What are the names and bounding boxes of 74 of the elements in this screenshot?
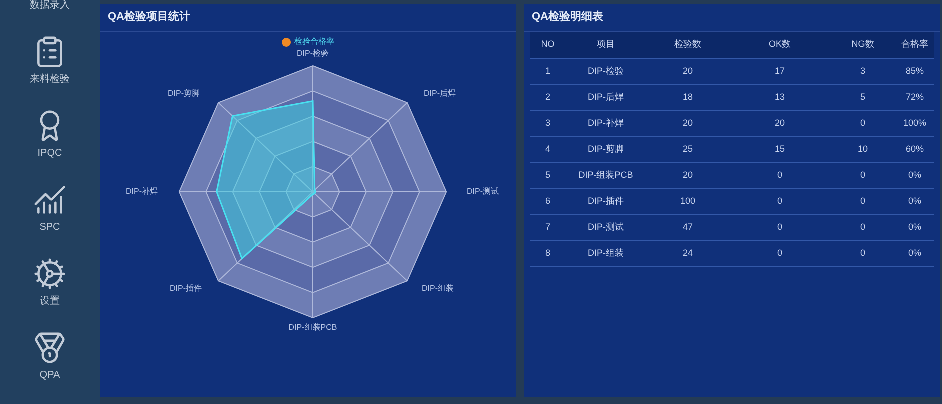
- table-cell-text: 100: [679, 194, 697, 208]
- table-cell-text: 0%: [907, 220, 922, 234]
- axis-label: DIP-检验: [297, 48, 329, 60]
- column-header: 合格率: [900, 38, 930, 52]
- table-cell-text: DIP-插件: [587, 194, 625, 208]
- axis-label: DIP-组装: [422, 283, 454, 295]
- axis-label: DIP-组装PCB: [288, 322, 338, 334]
- table-cell-text: 13: [774, 90, 786, 104]
- axis-label: DIP-测试: [467, 186, 499, 198]
- panel-title: QA检验明细表: [532, 10, 604, 26]
- table-cell-text: 0: [776, 220, 784, 234]
- table-cell-text: 20: [774, 116, 786, 130]
- table-cell-text: 3: [544, 116, 552, 130]
- table-cell-text: 7: [544, 220, 552, 234]
- axis-label: DIP-后焊: [424, 88, 456, 100]
- table-cell-text: 20: [682, 64, 694, 78]
- table-cell-text: DIP-剪脚: [587, 142, 625, 156]
- axis-label: DIP-剪脚: [168, 88, 200, 100]
- table-cell-text: DIP-组装PCB: [578, 168, 634, 182]
- table-cell-text: DIP-测试: [587, 220, 625, 234]
- gear-icon: [33, 257, 67, 291]
- chart-icon: [33, 183, 67, 217]
- table-cell-text: 0%: [907, 194, 922, 208]
- table-cell-text: DIP-检验: [587, 64, 625, 78]
- table-cell-text: 17: [774, 64, 786, 78]
- table-cell-text: 0%: [907, 168, 922, 182]
- table-cell-text: DIP-组装: [587, 246, 625, 260]
- table-cell-text: 0: [859, 246, 866, 260]
- sidebar-item[interactable]: 设置: [33, 257, 67, 309]
- table-cell-text: 100%: [902, 116, 928, 130]
- table-cell-text: 0: [859, 168, 866, 182]
- column-header: OK数: [768, 38, 792, 52]
- table-cell-text: 25: [682, 142, 694, 156]
- table-cell-text: 0: [776, 194, 784, 208]
- medal-icon: [33, 331, 67, 365]
- table-cell-text: 6: [544, 194, 552, 208]
- table-cell-text: 5: [859, 90, 866, 104]
- table-cell-text: 4: [544, 142, 552, 156]
- table-cell-text: 0%: [907, 246, 922, 260]
- axis-label: DIP-补焊: [126, 186, 158, 198]
- table-cell-text: 0: [776, 246, 784, 260]
- table-cell-text: 24: [682, 246, 694, 260]
- table-cell-text: 0: [859, 220, 866, 234]
- table-cell-text: 18: [682, 90, 694, 104]
- table-cell-text: 0: [859, 194, 866, 208]
- sidebar-item[interactable]: SPC: [33, 183, 67, 235]
- column-header: 项目: [596, 38, 616, 52]
- table-cell-text: 0: [776, 168, 784, 182]
- table-cell-text: 10: [856, 142, 869, 156]
- table-cell-text: 5: [544, 168, 552, 182]
- table-cell-text: 20: [682, 116, 694, 130]
- table-cell-text: 85%: [904, 64, 925, 78]
- table-cell-text: 20: [682, 168, 694, 182]
- sidebar-item[interactable]: QPA: [33, 331, 67, 383]
- chart-legend: 检验合格率: [282, 36, 334, 48]
- table-cell-text: 3: [859, 64, 866, 78]
- table-cell-text: DIP-后焊: [587, 90, 625, 104]
- table-cell-text: 60%: [904, 142, 925, 156]
- column-header: NG数: [850, 38, 876, 52]
- sidebar-item[interactable]: 来料检验: [30, 35, 70, 87]
- table-cell-text: 1: [544, 64, 552, 78]
- axis-label: DIP-插件: [170, 283, 202, 295]
- column-header: 检验数: [674, 38, 702, 52]
- table-cell-text: 8: [544, 246, 552, 260]
- table-cell-text: DIP-补焊: [587, 116, 625, 130]
- table-cell-text: 47: [682, 220, 694, 234]
- panel-title: QA检验项目统计: [108, 10, 190, 26]
- column-header: NO: [540, 38, 556, 52]
- table-cell-text: 0: [859, 116, 866, 130]
- table-cell-text: 72%: [904, 90, 925, 104]
- table-cell-text: 2: [544, 90, 552, 104]
- sidebar-item[interactable]: IPQC: [33, 109, 67, 161]
- table-cell-text: 15: [774, 142, 786, 156]
- sidebar-label: 数据录入: [30, 1, 70, 11]
